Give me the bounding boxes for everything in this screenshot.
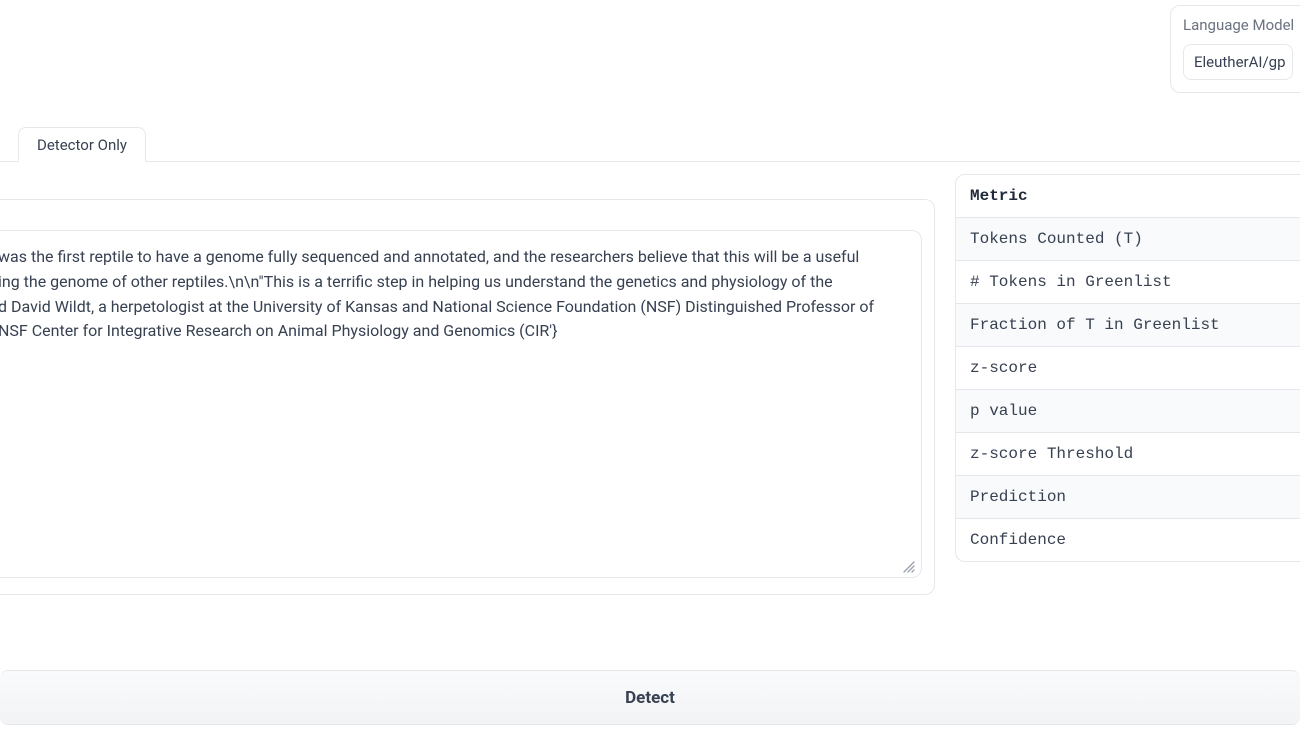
input-field-card [0,199,935,595]
detect-button[interactable]: Detect [0,670,1300,725]
table-row: p value [956,389,1300,432]
main-area: d Metric Tokens Counted (T) # Tokens in … [0,164,1300,669]
textarea-wrap [0,230,922,582]
detect-button-label: Detect [625,688,675,708]
model-selector-panel: Language Model EleutherAI/gp [1170,5,1300,93]
metrics-header: Metric [956,175,1300,217]
left-column: d [0,164,955,669]
table-row: # Tokens in Greenlist [956,260,1300,303]
tab-label: Detector Only [37,136,127,154]
table-row: z-score [956,346,1300,389]
input-label-fragment: d [0,164,935,199]
metrics-table: Metric Tokens Counted (T) # Tokens in Gr… [955,174,1300,562]
text-input[interactable] [0,230,922,578]
table-row: Fraction of T in Greenlist [956,303,1300,346]
model-selector-label: Language Model [1183,16,1293,34]
app-root: Language Model EleutherAI/gp Detector On… [0,0,1300,731]
table-row: z-score Threshold [956,432,1300,475]
tab-bar: Detector Only [0,128,1300,162]
model-selector-dropdown[interactable]: EleutherAI/gp [1183,44,1293,80]
right-column: Metric Tokens Counted (T) # Tokens in Gr… [955,164,1300,669]
table-row: Tokens Counted (T) [956,217,1300,260]
model-selector-value: EleutherAI/gp [1194,53,1286,71]
table-row: Prediction [956,475,1300,518]
tab-detector-only[interactable]: Detector Only [18,127,146,162]
table-row: Confidence [956,518,1300,561]
